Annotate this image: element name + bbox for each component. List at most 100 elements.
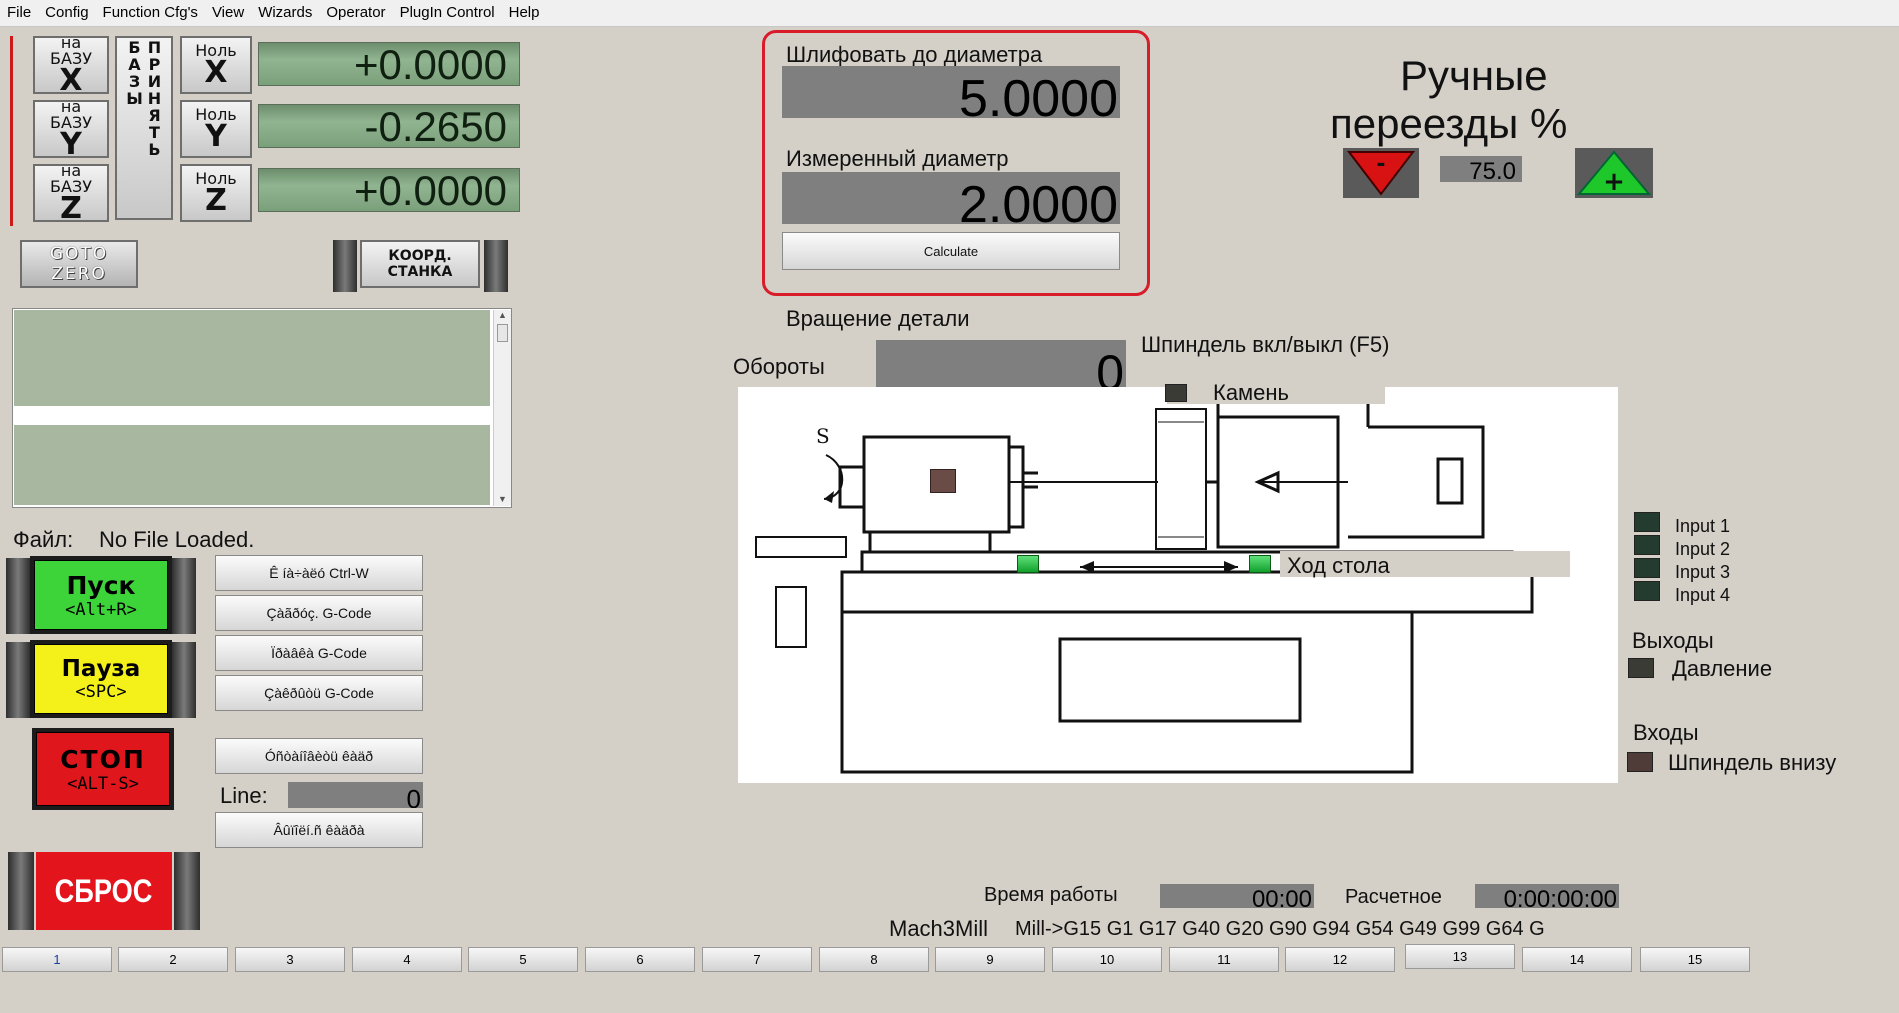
start-shortcut: <Alt+R>	[65, 599, 137, 620]
tab-9[interactable]: 9	[935, 947, 1045, 972]
zero-y-button[interactable]: Ноль Y	[180, 100, 252, 158]
gcode-list[interactable]: ▲ ▼	[12, 308, 512, 508]
start-handle-right	[172, 558, 196, 634]
dro-y[interactable]: -0.2650	[258, 104, 520, 148]
stop-shortcut: <ALT-S>	[67, 773, 139, 794]
ref-z-axis-label: Z	[60, 191, 82, 226]
menu-plugin-control[interactable]: PlugIn Control	[393, 0, 502, 26]
machine-coords-led-left	[333, 240, 357, 292]
menu-operator[interactable]: Operator	[319, 0, 392, 26]
gcode-status-line: Mill->G15 G1 G17 G40 G20 G90 G94 G54 G49…	[1015, 918, 1545, 940]
ref-x-button[interactable]: на БАЗУ X	[33, 35, 109, 98]
menu-file[interactable]: File	[0, 0, 38, 26]
tab-13[interactable]: 13	[1405, 944, 1515, 969]
estimated-time-label: Расчетное	[1345, 886, 1442, 908]
edit-gcode-button[interactable]: Ïðàâêà G-Code	[215, 635, 423, 671]
machine-coords-button[interactable]: КООРД. СТАНКА	[360, 240, 480, 288]
outputs-title: Выходы	[1632, 628, 1714, 653]
line-value[interactable]: 0	[288, 782, 423, 808]
zero-x-button[interactable]: Ноль X	[180, 36, 252, 94]
jog-minus-button[interactable]: -	[1343, 148, 1419, 198]
table-travel-led-left	[1017, 555, 1039, 573]
spindle-toggle-label: Шпиндель вкл/выкл (F5)	[1141, 332, 1390, 357]
tab-1[interactable]: 1	[2, 947, 112, 972]
scroll-thumb[interactable]	[497, 324, 508, 342]
scroll-up-icon[interactable]: ▲	[494, 310, 511, 320]
dro-x[interactable]: +0.0000	[258, 42, 520, 86]
spindle-status-led	[930, 469, 956, 493]
stop-label: СТОП	[60, 744, 146, 774]
ref-all-button[interactable]: ПРИНЯТЬ БАЗЫ	[115, 36, 173, 220]
profile-label: Mach3Mill	[889, 916, 989, 941]
scroll-down-icon[interactable]: ▼	[494, 494, 511, 504]
grind-target-value[interactable]: 5.0000	[782, 66, 1120, 118]
ref-x-axis-label: X	[59, 63, 83, 98]
tab-6[interactable]: 6	[585, 947, 695, 972]
tab-15[interactable]: 15	[1640, 947, 1750, 972]
menu-function-cfgs[interactable]: Function Cfg's	[96, 0, 205, 26]
ref-all-label: ПРИНЯТЬ БАЗЫ	[125, 38, 164, 157]
load-gcode-button[interactable]: Çàãðóç. G-Code	[215, 595, 423, 631]
set-next-line-button[interactable]: Óñòàíîâèòü êàäð	[215, 738, 423, 774]
run-from-here-button[interactable]: Âûïîëí.ñ êàäðà	[215, 812, 423, 848]
machine-diagram: S	[738, 387, 1618, 783]
zero-z-button[interactable]: Ноль Z	[180, 164, 252, 222]
rpm-value[interactable]: 0	[876, 340, 1126, 392]
tab-8[interactable]: 8	[819, 947, 929, 972]
tab-3[interactable]: 3	[235, 947, 345, 972]
tab-2[interactable]: 2	[118, 947, 228, 972]
gcode-list-lower-pane	[14, 425, 490, 505]
pause-button[interactable]: Пауза <SPC>	[34, 644, 168, 714]
machine-coords-led-right	[484, 240, 508, 292]
tab-14[interactable]: 14	[1522, 947, 1632, 972]
ref-z-button[interactable]: на БАЗУ Z	[33, 163, 109, 226]
menu-wizards[interactable]: Wizards	[251, 0, 319, 26]
reset-label: СБРОС	[55, 872, 153, 909]
axis-ref-indicator-strip	[10, 36, 13, 226]
reset-button[interactable]: СБРОС	[36, 852, 172, 930]
menu-bar: File Config Function Cfg's View Wizards …	[0, 0, 1899, 27]
runtime-value: 00:00	[1160, 884, 1314, 908]
menu-help[interactable]: Help	[502, 0, 547, 26]
svg-text:-: -	[1376, 152, 1385, 177]
start-label: Пуск	[66, 570, 136, 600]
runtime-label: Время работы	[984, 884, 1118, 906]
start-button[interactable]: Пуск <Alt+R>	[34, 560, 168, 630]
tab-5[interactable]: 5	[468, 947, 578, 972]
jog-title-line1: Ручные	[1400, 52, 1548, 99]
tab-10[interactable]: 10	[1052, 947, 1162, 972]
zero-z-axis-label: Z	[205, 183, 227, 218]
ref-y-axis-label: Y	[60, 127, 82, 162]
pressure-label: Давление	[1672, 656, 1773, 681]
menu-config[interactable]: Config	[38, 0, 95, 26]
tab-12[interactable]: 12	[1285, 947, 1395, 972]
jog-rate-value[interactable]: 75.0	[1440, 156, 1522, 182]
calculate-button[interactable]: Calculate	[782, 232, 1120, 270]
gcode-status-clip: Mill->G15 G1 G17 G40 G20 G90 G94 G54 G49…	[1015, 918, 1595, 944]
grind-target-label: Шлифовать до диаметра	[786, 42, 1043, 67]
close-gcode-button[interactable]: Çàêðûòü G-Code	[215, 675, 423, 711]
spindle-down-label: Шпиндель внизу	[1668, 750, 1837, 775]
jog-plus-button[interactable]: +	[1575, 148, 1653, 198]
goto-zero-button[interactable]: GOTO ZERO	[20, 240, 138, 288]
rewind-button[interactable]: Ê íà÷àëó Ctrl-W	[215, 555, 423, 591]
machine-coords-line1: КООРД.	[388, 248, 452, 264]
start-handle-left	[6, 558, 30, 634]
table-travel-label: Ход стола	[1287, 553, 1390, 578]
jog-title-line2: переезды %	[1330, 100, 1568, 147]
tab-7[interactable]: 7	[702, 947, 812, 972]
menu-view[interactable]: View	[205, 0, 251, 26]
measured-diameter-value[interactable]: 2.0000	[782, 172, 1120, 224]
triangle-up-icon: +	[1576, 150, 1652, 197]
pause-handle-right	[172, 642, 196, 718]
tab-4[interactable]: 4	[352, 947, 462, 972]
start-button-frame: Пуск <Alt+R>	[30, 556, 172, 634]
stop-button[interactable]: СТОП <ALT-S>	[36, 732, 170, 806]
machine-coords-line2: СТАНКА	[387, 264, 453, 280]
page-tabs: 1 2 3 4 5 6 7 8 9 10 11 12 13 14 15	[0, 944, 1899, 977]
ref-y-button[interactable]: на БАЗУ Y	[33, 99, 109, 162]
measured-diameter-label: Измеренный диаметр	[786, 146, 1009, 171]
dro-z[interactable]: +0.0000	[258, 168, 520, 212]
gcode-list-scrollbar[interactable]: ▲ ▼	[493, 310, 511, 506]
tab-11[interactable]: 11	[1169, 947, 1279, 972]
